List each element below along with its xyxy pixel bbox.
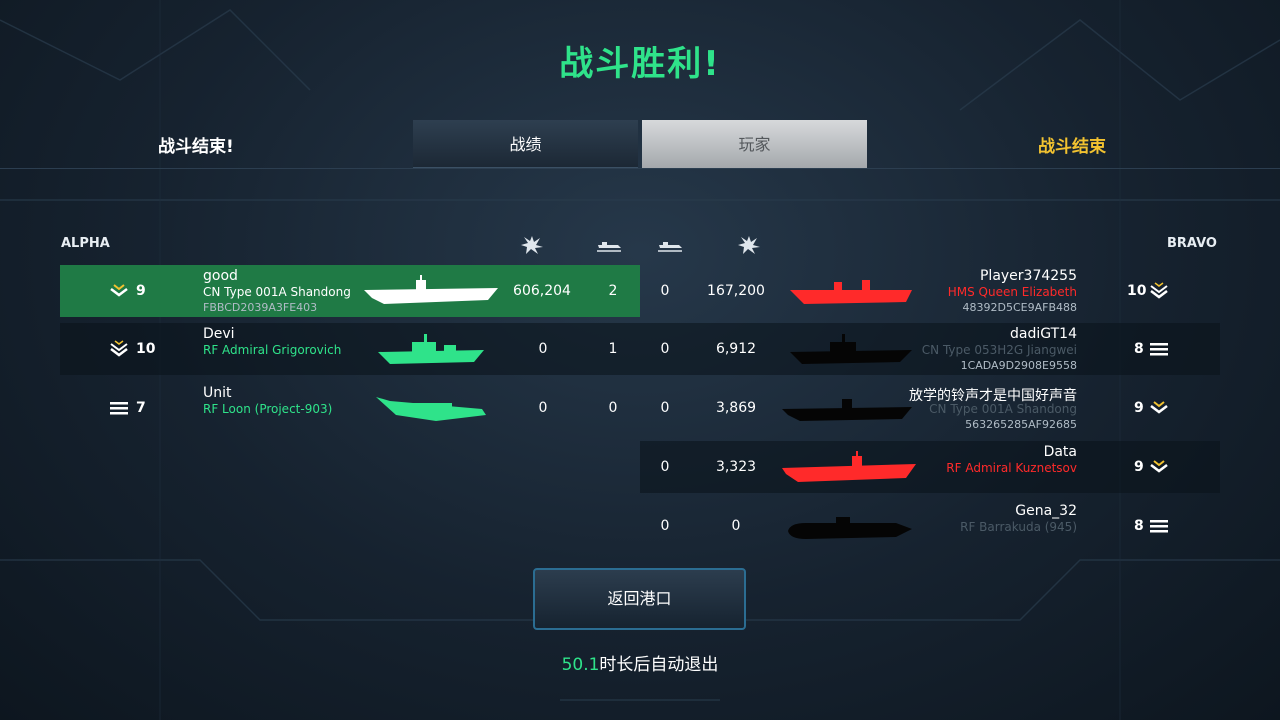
kills-value: 0	[660, 400, 670, 416]
kills-value: 0	[660, 459, 670, 475]
header-divider	[0, 168, 1280, 169]
aircraft-carrier-icon	[782, 451, 916, 482]
player-rank: 8	[1134, 341, 1144, 357]
alpha-player-row[interactable]: 9 good CN Type 001A Shandong FBBCD2039A3…	[60, 265, 640, 317]
damage-icon	[738, 236, 760, 254]
frigate-icon	[378, 334, 484, 364]
battle-result-title: 战斗胜利!	[559, 44, 721, 84]
player-name: Data	[1043, 444, 1077, 460]
ship-name: CN Type 001A Shandong	[929, 402, 1077, 416]
damage-value: 3,869	[715, 400, 757, 416]
bravo-player-row[interactable]: 0 3,323 Data RF Admiral Kuznetsov 9	[640, 441, 1220, 493]
damage-value: 3,323	[715, 459, 757, 475]
player-name: good	[203, 268, 238, 284]
damage-value: 0	[538, 400, 548, 416]
bars-rank-icon	[1150, 520, 1168, 533]
player-rank: 9	[1134, 400, 1144, 416]
bravo-player-row[interactable]: 0 3,869 放学的铃声才是中国好声音 CN Type 001A Shando…	[640, 382, 1220, 434]
player-rank: 7	[136, 400, 146, 416]
player-rank: 9	[136, 283, 146, 299]
chevron-rank-icon	[1150, 460, 1168, 473]
alpha-player-row[interactable]: 7 Unit RF Loon (Project-903) 0 0	[60, 382, 640, 434]
ship-name: HMS Queen Elizabeth	[947, 285, 1077, 299]
ship-name: RF Admiral Kuznetsov	[946, 461, 1077, 475]
auto-exit-notice: 50.1时长后自动退出	[0, 650, 1280, 675]
player-id: 1CADA9D2908E9558	[960, 359, 1077, 372]
damage-value: 606,204	[513, 283, 571, 299]
player-id: 48392D5CE9AFB488	[962, 301, 1078, 314]
alpha-player-row[interactable]: 10 Devi RF Admiral Grigorovich 0 1	[60, 323, 640, 375]
bravo-player-row[interactable]: 0 6,912 dadiGT14 CN Type 053H2G Jiangwei…	[640, 323, 1220, 375]
player-rank: 10	[136, 341, 156, 357]
tab-stats[interactable]: 战绩	[413, 120, 638, 169]
chevron-rank-icon	[1150, 401, 1168, 414]
ship-name: RF Admiral Grigorovich	[203, 343, 342, 357]
bravo-player-row[interactable]: 0 0 Gena_32 RF Barrakuda (945) 8	[640, 500, 1220, 552]
kills-value: 2	[608, 283, 618, 299]
return-to-port-button[interactable]: 返回港口	[533, 568, 746, 630]
ship-name: RF Loon (Project-903)	[203, 402, 333, 416]
bravo-player-row[interactable]: 0 167,200 Player374255 HMS Queen Elizabe…	[640, 265, 1220, 317]
kills-icon	[658, 242, 682, 252]
right-battle-status: 战斗结束	[1038, 137, 1106, 157]
bars-rank-icon	[110, 402, 128, 415]
ekranoplan-icon	[376, 397, 486, 421]
player-id: FBBCD2039A3FE403	[203, 301, 318, 314]
chevron-rank-icon	[110, 284, 128, 297]
kills-value: 0	[660, 518, 670, 534]
player-name: Unit	[203, 385, 232, 401]
player-rank: 9	[1134, 459, 1144, 475]
ship-name: CN Type 001A Shandong	[203, 285, 351, 299]
damage-value: 0	[538, 341, 548, 357]
tab-players[interactable]: 玩家	[642, 120, 867, 169]
player-rank: 8	[1134, 518, 1144, 534]
ship-name: CN Type 053H2G Jiangwei	[921, 343, 1077, 357]
player-name: dadiGT14	[1010, 326, 1077, 342]
left-battle-status: 战斗结束!	[158, 137, 234, 157]
ship-name: RF Barrakuda (945)	[960, 520, 1077, 534]
kills-value: 1	[608, 341, 618, 357]
damage-value: 0	[731, 518, 741, 534]
aircraft-carrier-icon	[782, 399, 912, 421]
bars-rank-icon	[1150, 343, 1168, 356]
aircraft-carrier-icon	[790, 280, 912, 304]
player-id: 563265285AF92685	[965, 418, 1077, 431]
damage-value: 167,200	[707, 283, 765, 299]
kills-value: 0	[660, 341, 670, 357]
auto-exit-text: 时长后自动退出	[599, 655, 719, 675]
kills-icon	[597, 242, 621, 252]
team-bravo-label: BRAVO	[1167, 236, 1217, 251]
countdown-value: 50.1	[561, 655, 600, 675]
kills-value: 0	[660, 283, 670, 299]
submarine-icon	[788, 517, 912, 539]
damage-value: 6,912	[715, 341, 757, 357]
player-name: Gena_32	[1015, 503, 1077, 519]
aircraft-carrier-icon	[364, 275, 498, 304]
player-name: Player374255	[979, 268, 1077, 284]
kills-value: 0	[608, 400, 618, 416]
player-rank: 10	[1127, 283, 1147, 299]
team-alpha-label: ALPHA	[61, 236, 110, 251]
frigate-icon	[790, 334, 912, 364]
chevron-rank-icon	[110, 340, 128, 357]
damage-icon	[521, 236, 543, 254]
player-name: Devi	[203, 326, 235, 342]
chevron-rank-icon	[1150, 282, 1168, 299]
